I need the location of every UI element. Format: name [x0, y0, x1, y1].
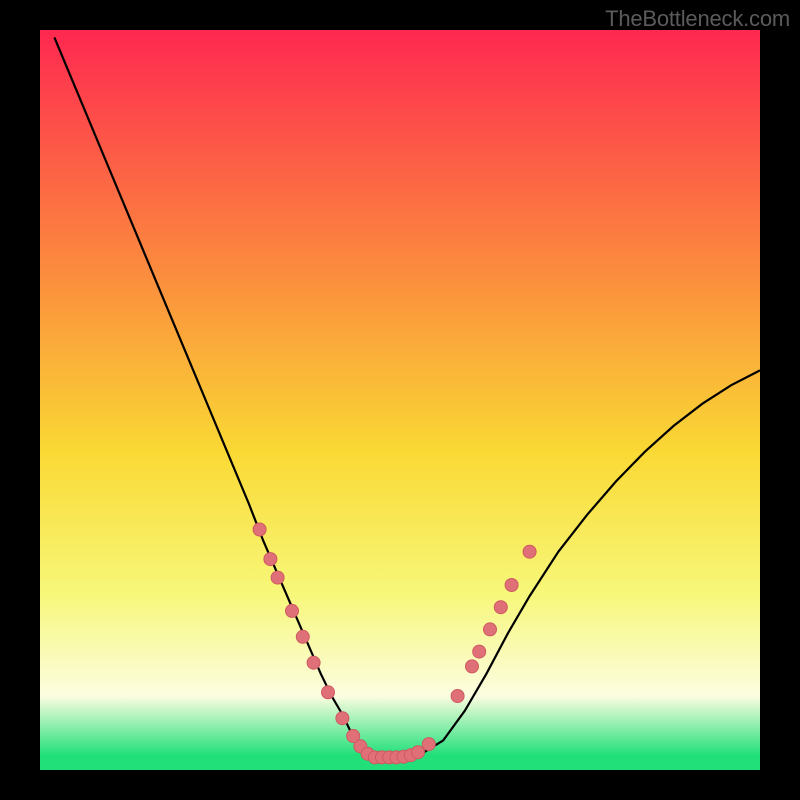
- data-marker: [336, 712, 349, 725]
- gradient-background: [40, 30, 760, 770]
- data-marker: [451, 690, 464, 703]
- data-marker: [253, 523, 266, 536]
- data-marker: [466, 660, 479, 673]
- plot-area: [40, 30, 760, 770]
- data-marker: [286, 604, 299, 617]
- data-marker: [484, 623, 497, 636]
- data-marker: [296, 630, 309, 643]
- data-marker: [422, 738, 435, 751]
- watermark-text: TheBottleneck.com: [605, 6, 790, 32]
- data-marker: [523, 545, 536, 558]
- data-marker: [322, 686, 335, 699]
- data-marker: [271, 571, 284, 584]
- data-marker: [473, 645, 486, 658]
- chart-svg: [40, 30, 760, 770]
- data-marker: [494, 601, 507, 614]
- data-marker: [307, 656, 320, 669]
- data-marker: [505, 579, 518, 592]
- chart-canvas: TheBottleneck.com: [0, 0, 800, 800]
- data-marker: [264, 553, 277, 566]
- data-marker: [412, 746, 425, 759]
